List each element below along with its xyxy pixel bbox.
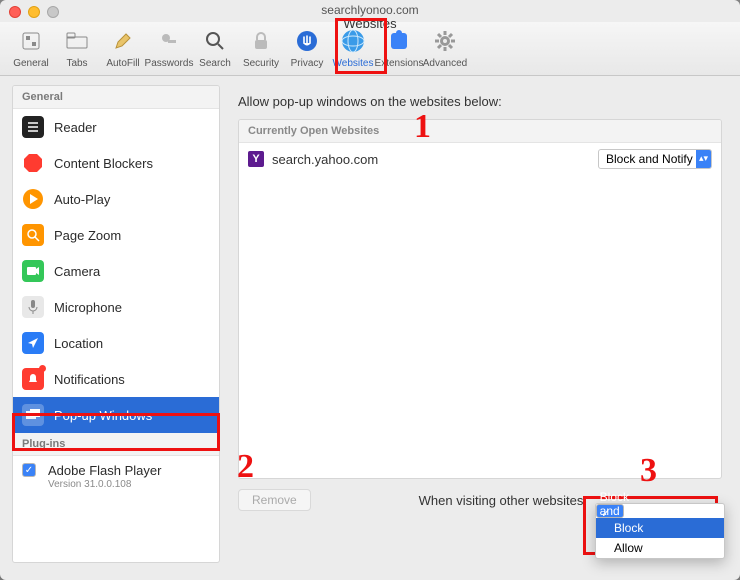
sidebar-item-label: Camera [54, 264, 100, 279]
sidebar-item-popup-windows[interactable]: Pop-up Windows [13, 397, 219, 433]
window-url-fragment: searchlyonoo.com [0, 0, 740, 17]
zoom-icon [22, 224, 44, 246]
toolbar-label: Extensions [375, 58, 424, 69]
sidebar-item-camera[interactable]: Camera [13, 253, 219, 289]
sidebar-item-label: Page Zoom [54, 228, 121, 243]
toolbar-label: AutoFill [106, 58, 139, 69]
toolbar-security[interactable]: Security [238, 26, 284, 69]
sidebar-group-plugins: Plug-ins [13, 433, 219, 456]
sidebar-item-label: Reader [54, 120, 97, 135]
close-window-button[interactable] [9, 6, 21, 18]
toolbar-label: Search [199, 58, 231, 69]
list-header: Currently Open Websites [239, 120, 721, 143]
toolbar-tabs[interactable]: Tabs [54, 26, 100, 69]
gear-icon [430, 26, 460, 56]
main-heading: Allow pop-up windows on the websites bel… [238, 94, 722, 109]
sidebar-item-page-zoom[interactable]: Page Zoom [13, 217, 219, 253]
toolbar-privacy[interactable]: Privacy [284, 26, 330, 69]
toolbar-general[interactable]: General [8, 26, 54, 69]
sidebar-item-label: Notifications [54, 372, 125, 387]
reader-icon [22, 116, 44, 138]
zoom-window-button[interactable] [47, 6, 59, 18]
play-icon [22, 188, 44, 210]
toolbar-search[interactable]: Search [192, 26, 238, 69]
notification-badge [39, 365, 46, 372]
globe-icon [338, 26, 368, 56]
sidebar-item-notifications[interactable]: Notifications [13, 361, 219, 397]
toolbar-label: Privacy [291, 58, 324, 69]
dropdown-option-block-notify[interactable]: Block and Notify [596, 504, 624, 518]
lock-icon [246, 26, 276, 56]
plugin-version: Version 31.0.0.108 [48, 479, 161, 490]
remove-button[interactable]: Remove [238, 489, 311, 511]
sidebar-item-flash[interactable]: ✓ Adobe Flash Player Version 31.0.0.108 [13, 456, 219, 497]
puzzle-icon [384, 26, 414, 56]
sidebar-item-content-blockers[interactable]: Content Blockers [13, 145, 219, 181]
toolbar-label: Advanced [423, 58, 467, 69]
other-websites-dropdown[interactable]: Block and Notify Block Allow [595, 503, 725, 559]
minimize-window-button[interactable] [28, 6, 40, 18]
site-favicon: Y [248, 151, 264, 167]
sidebar: General Reader Content Blockers Auto-Pla… [12, 85, 220, 563]
sidebar-item-reader[interactable]: Reader [13, 109, 219, 145]
dropdown-option-block[interactable]: Block [596, 518, 724, 538]
preferences-window: searchlyonoo.com Websites General Tabs A… [0, 0, 740, 580]
main-pane: Allow pop-up windows on the websites bel… [220, 76, 740, 572]
plugin-checkbox[interactable]: ✓ [22, 463, 36, 477]
tabs-icon [62, 26, 92, 56]
toolbar-label: Passwords [145, 58, 194, 69]
dropdown-option-allow[interactable]: Allow [596, 538, 724, 558]
sidebar-item-label: Content Blockers [54, 156, 153, 171]
site-domain: search.yahoo.com [272, 152, 378, 167]
sidebar-item-location[interactable]: Location [13, 325, 219, 361]
website-row[interactable]: Y search.yahoo.com Block and Notify ▴▾ [239, 143, 721, 175]
other-websites-label: When visiting other websites: [419, 493, 587, 508]
toolbar-label: Tabs [66, 58, 87, 69]
location-icon [22, 332, 44, 354]
toolbar-label: Websites [333, 58, 374, 69]
toolbar-passwords[interactable]: Passwords [146, 26, 192, 69]
sidebar-item-label: Pop-up Windows [54, 408, 152, 423]
search-icon [200, 26, 230, 56]
toolbar-autofill[interactable]: AutoFill [100, 26, 146, 69]
sidebar-item-label: Auto-Play [54, 192, 110, 207]
pencil-icon [108, 26, 138, 56]
site-setting-select[interactable]: Block and Notify ▴▾ [598, 149, 712, 169]
titlebar: searchlyonoo.com Websites [0, 0, 740, 22]
switches-icon [16, 26, 46, 56]
toolbar-label: General [13, 58, 49, 69]
toolbar-websites[interactable]: Websites [330, 26, 376, 69]
microphone-icon [22, 296, 44, 318]
plugin-label: Adobe Flash Player [48, 463, 161, 478]
camera-icon [22, 260, 44, 282]
toolbar-label: Security [243, 58, 279, 69]
sidebar-group-general: General [13, 86, 219, 109]
key-icon [154, 26, 184, 56]
stop-icon [22, 152, 44, 174]
toolbar-extensions[interactable]: Extensions [376, 26, 422, 69]
toolbar-advanced[interactable]: Advanced [422, 26, 468, 69]
sidebar-item-microphone[interactable]: Microphone [13, 289, 219, 325]
window-controls [9, 6, 59, 18]
websites-list: Currently Open Websites Y search.yahoo.c… [238, 119, 722, 479]
sidebar-item-label: Microphone [54, 300, 122, 315]
sidebar-item-auto-play[interactable]: Auto-Play [13, 181, 219, 217]
hand-icon [292, 26, 322, 56]
windows-icon [22, 404, 44, 426]
sidebar-item-label: Location [54, 336, 103, 351]
